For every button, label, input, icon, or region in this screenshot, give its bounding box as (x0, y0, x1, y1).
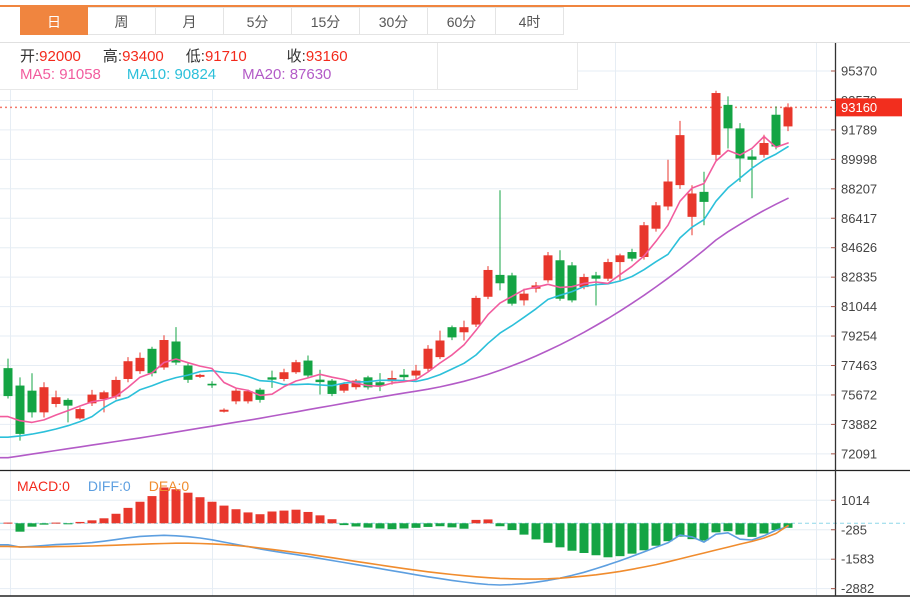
tab-period-2[interactable]: 月 (156, 7, 224, 35)
svg-text:84626: 84626 (841, 240, 877, 255)
tab-period-7[interactable]: 4时 (496, 7, 564, 35)
period-tabbar: 日周月 5分 15分 30分 60分 4时 (20, 7, 564, 35)
chart-canvas[interactable]: 9537093579917898999888207864178462682835… (0, 0, 910, 602)
svg-text:79254: 79254 (841, 329, 877, 344)
tab-period-6[interactable]: 60分 (428, 7, 496, 35)
low-label: 低: (185, 48, 205, 65)
ma10-legend: MA10: 90824 (126, 66, 217, 83)
close-label: 收: (286, 48, 306, 65)
kline-app: 日周月5分15分30分60分4时 95370935799178989998882… (0, 0, 910, 602)
high-label: 高: (102, 48, 123, 65)
svg-text:1014: 1014 (841, 493, 870, 508)
tab-period-5[interactable]: 30分 (360, 7, 428, 35)
svg-text:88207: 88207 (841, 181, 877, 196)
svg-text:-2882: -2882 (841, 581, 874, 596)
svg-text:-1583: -1583 (841, 552, 874, 567)
svg-text:82835: 82835 (841, 270, 877, 285)
svg-text:72091: 72091 (841, 446, 877, 461)
svg-text:77463: 77463 (841, 358, 877, 373)
macd-legend: MACD:0 (17, 478, 70, 494)
svg-text:81044: 81044 (841, 299, 877, 314)
close-value: 93160 (305, 48, 348, 65)
svg-text:89998: 89998 (841, 152, 877, 167)
tab-period-1[interactable]: 周 (88, 7, 156, 35)
high-value: 93400 (122, 48, 164, 65)
ma20-legend: MA20: 87630 (242, 66, 332, 83)
diff-legend: DIFF:0 (87, 478, 131, 494)
macd-legend-row: MACD:0 DIFF:0 DEA:0 (17, 478, 189, 494)
ohlc-row: 开:92000 高:93400 低:91710 收:93160 (20, 45, 348, 65)
info-divider (437, 43, 438, 90)
svg-text:75672: 75672 (841, 387, 877, 402)
last-price-badge-text: 93160 (841, 100, 877, 115)
ma-row: MA5: 91058 MA10: 90824 MA20: 87630 (20, 66, 331, 84)
svg-text:73882: 73882 (841, 417, 877, 432)
ma5-legend: MA5: 91058 (20, 66, 101, 83)
open-label: 开: (20, 48, 40, 65)
svg-text:95370: 95370 (841, 64, 877, 79)
svg-text:-285: -285 (841, 522, 867, 537)
svg-text:91789: 91789 (841, 122, 877, 137)
open-value: 92000 (39, 48, 81, 65)
tab-period-3[interactable]: 5分 (224, 7, 292, 35)
dea-legend: DEA:0 (148, 478, 190, 494)
tab-period-4[interactable]: 15分 (292, 7, 360, 35)
svg-text:86417: 86417 (841, 211, 877, 226)
low-value: 91710 (204, 48, 247, 65)
tab-period-0[interactable]: 日 (20, 7, 88, 35)
